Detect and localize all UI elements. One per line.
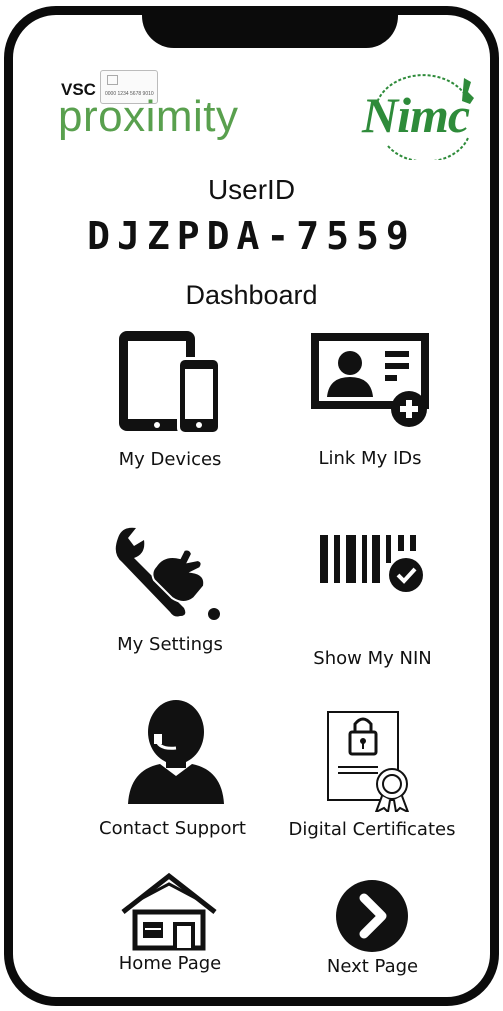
show-my-nin-button[interactable]: Show My NIN <box>300 525 445 675</box>
contact-support-label: Contact Support <box>99 818 246 839</box>
barcode-check-icon <box>314 527 426 597</box>
userid-label: UserID <box>207 174 296 205</box>
headset-person-icon <box>120 698 230 806</box>
digital-certificates-label: Digital Certificates <box>288 819 456 840</box>
show-my-nin-label: Show My NIN <box>313 648 432 669</box>
next-arrow-icon <box>334 878 410 954</box>
link-my-ids-button[interactable]: Link My IDs <box>295 325 445 475</box>
home-page-button[interactable]: Home Page <box>105 872 235 982</box>
home-page-label: Home Page <box>118 953 222 974</box>
card-chip-icon <box>107 75 118 85</box>
link-my-ids-label: Link My IDs <box>318 448 422 469</box>
dashboard-title: Dashboard <box>185 280 318 310</box>
phone-notch <box>142 6 398 48</box>
proximity-logo: proximity <box>58 92 239 141</box>
id-card-add-icon <box>305 329 435 429</box>
my-devices-label: My Devices <box>118 449 222 470</box>
house-icon <box>121 872 217 952</box>
my-devices-button[interactable]: My Devices <box>100 325 240 485</box>
nimc-logo: Nimc <box>358 66 490 163</box>
userid-value: DJZPDA-7559 <box>87 214 416 258</box>
my-settings-button[interactable]: My Settings <box>100 520 240 660</box>
wrench-hand-icon <box>114 522 224 622</box>
certificate-icon <box>322 708 422 812</box>
next-page-button[interactable]: Next Page <box>315 878 430 988</box>
next-page-label: Next Page <box>326 956 419 977</box>
nimc-logo-text: Nimc <box>362 87 470 143</box>
my-settings-label: My Settings <box>117 634 223 655</box>
contact-support-button[interactable]: Contact Support <box>90 698 255 843</box>
devices-icon <box>115 327 225 437</box>
digital-certificates-button[interactable]: Digital Certificates <box>282 708 462 848</box>
